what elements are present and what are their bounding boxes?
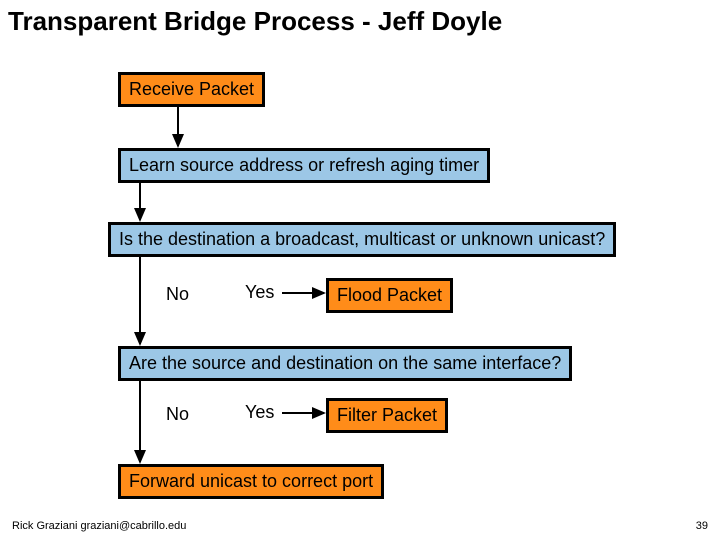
- step-receive: Receive Packet: [118, 72, 265, 107]
- action-filter: Filter Packet: [326, 398, 448, 433]
- decision-same-interface: Are the source and destination on the sa…: [118, 346, 572, 381]
- flow-arrows: [0, 0, 720, 540]
- label-yes-1: Yes: [245, 282, 274, 303]
- decision-broadcast: Is the destination a broadcast, multicas…: [108, 222, 616, 257]
- action-flood: Flood Packet: [326, 278, 453, 313]
- label-yes-2: Yes: [245, 402, 274, 423]
- page-title: Transparent Bridge Process - Jeff Doyle: [0, 0, 720, 37]
- step-learn: Learn source address or refresh aging ti…: [118, 148, 490, 183]
- footer-page-number: 39: [696, 520, 708, 532]
- label-no-1: No: [166, 284, 189, 305]
- step-forward: Forward unicast to correct port: [118, 464, 384, 499]
- footer-author: Rick Graziani graziani@cabrillo.edu: [12, 520, 186, 532]
- label-no-2: No: [166, 404, 189, 425]
